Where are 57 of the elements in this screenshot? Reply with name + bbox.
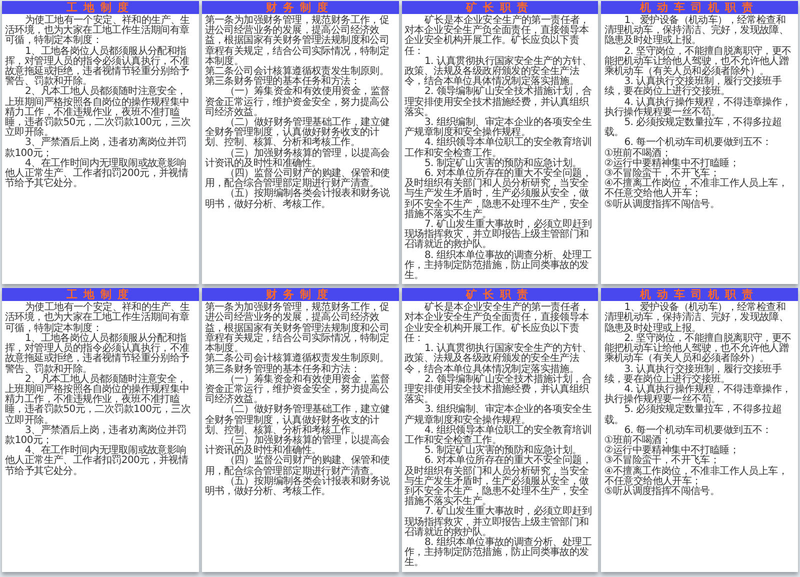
rule-paragraph: 矿长是本企业安全生产的第一责任者，对本企业安全生产负全面责任，直接领导本企业安全机构开展工作。矿长应负以下责任：	[404, 303, 590, 344]
rule-paragraph: 4. 组织领导本单位职工的安全教育培训工作和安全检查工作。	[404, 426, 593, 446]
rule-paragraph: 1、爱护设备（机动车），经常检查和清理机动车，保持清洁、完好，发现故障、隐患及时处理或上报。	[604, 303, 789, 334]
rule-paragraph: 为使工地有一个安定、祥和的生产、生活环境，也为大家在工地工作生活期间有章可循，特制定本制度：	[5, 303, 191, 334]
rule-paragraph: （五）按期编制各类会计报表和财务说明书，做好分析、考核工作。	[204, 189, 391, 210]
rule-paragraph: 3. 组织编制、审定本企业的各项安全生产规章制度和安全操作规程。	[404, 405, 593, 426]
rule-paragraph: 5. 制定矿山灾害的预防和应急计划。	[424, 158, 583, 169]
rule-paragraph: 第三条财务管理的基本任务和方法：	[204, 364, 360, 374]
rule-paragraph: 为使工地有一个安定、祥和的生产、生活环境，也为大家在工地工作生活期间有章可循，特制定本制度：	[5, 16, 191, 46]
rule-paragraph: 第一条为加强财务管理，规范财务工作，促进公司经营业务的发展，提高公司经济效益，根据国家有关财务管理法规制度和公司章程有关规定，结合公司实际情况，特制定本制度。	[204, 16, 390, 67]
rule-paragraph: 8. 组织本单位事故的调查分析、处理工作，主持制定防范措施，防止同类事故的发生。	[404, 538, 593, 569]
rule-paragraph: 3. 认真执行交接班制，履行交接班手续，要在岗位上进行交接班。	[604, 77, 783, 98]
rule-paragraph: 4. 认真执行操作规程，不得违章操作，执行操作规程要一丝不苟。	[604, 98, 792, 118]
rule-paragraph: 3、严禁酒后上岗，违者劝离岗位并罚款100元；	[5, 426, 188, 446]
sign-title: 工地制度	[2, 1, 199, 14]
rule-paragraph: 4. 组织领导本单位职工的安全教育培训工作和安全检查工作。	[404, 138, 593, 159]
rule-paragraph: 1. 认真贯彻执行国家安全生产的方针、政策、法规及各级政府颁发的安全生产法令，结合本单位具体情况制定落实措施。	[404, 344, 593, 374]
rule-paragraph: ⑤听从调度指挥不闯信号。	[604, 200, 721, 210]
rule-paragraph: ⑤听从调度指挥不闯信号。	[604, 486, 721, 498]
sign-title: 工地制度	[2, 288, 199, 302]
rule-paragraph: 4、在工作时间内无理取闹或故意影响他人正常生产、工作者扣罚200元，并视情节给予其它处分。	[5, 158, 190, 190]
rule-paragraph: 第二条公司会计核算遵循权责发生制原则。	[204, 354, 390, 364]
rule-paragraph: 7. 矿山发生重大事故时，必须立即赶到现场指挥救灾，并立即报告上级主管部门和召请就近的救护队。	[404, 220, 593, 250]
rule-paragraph: 6. 每一个机动车司机要做到五不：	[624, 138, 773, 148]
rule-paragraph: ②运行中要精神集中不打瞌睡；	[604, 158, 740, 169]
rule-paragraph: 2、凡本工地人员都须随时注意安全，上班期间严格按照各自岗位的操作规程集中精力工作，不准违规作业，夜班不准打瞌睡，违者罚款50元，二次罚款100元，三次立即开除。	[5, 374, 192, 426]
rule-paragraph: （三）加强财务核算的管理，以提高会计资讯的及时性和准确性。	[204, 148, 391, 169]
rule-paragraph: ④不擅离工作岗位，不准非工作人员上车，不任意交给他人开车；	[604, 466, 789, 487]
rule-paragraph: 6. 对本单位所存在的重大不安全问题，及时组织有关部门和人员分析研究，当安全与生产发生矛盾时，生产必须服从安全，做到不安全不生产，隐患不处理不生产，安全措施不落实不生产。	[404, 169, 593, 220]
sign-title: 机动车司机职责	[601, 288, 798, 302]
rule-paragraph: ①班前不喝酒；	[604, 148, 672, 159]
rule-paragraph: 1、工地各岗位人员都须服从分配和指挥，对管理人员的指令必须认真执行，不准故意拖延或拒绝，违者视情节轻重分别给予警告、罚款和开除。	[5, 334, 190, 374]
sign-title: 矿长职责	[402, 1, 598, 14]
rule-paragraph: 4、在工作时间内无理取闹或故意影响他人正常生产、工作者扣罚200元，并视情节给予其它处分。	[5, 446, 190, 477]
rule-paragraph: 3、严禁酒后上岗，违者劝离岗位并罚款100元；	[5, 138, 188, 159]
rule-paragraph: 3. 认真执行交接班制，履行交接班手续，要在岗位上进行交接班。	[604, 364, 783, 385]
rule-paragraph: （二）做好财务管理基础工作，建立健全财务管理制度，认真做好财务收支的计划、控制、核算、分析和考核工作。	[204, 118, 391, 148]
rule-paragraph: （二）做好财务管理基础工作，建立健全财务管理制度，认真做好财务收支的计划、控制、核算、分析和考核工作。	[204, 405, 391, 436]
rule-paragraph: 8. 组织本单位事故的调查分析、处理工作，主持制定防范措施，防止同类事故的发生。	[404, 250, 593, 282]
rule-paragraph: 2. 领导编制矿山安全技术措施计划，合理安排使用安全技术措施经费，并认真组织落实。	[404, 87, 593, 118]
sign-title: 财务制度	[202, 288, 398, 302]
sign-title: 矿长职责	[402, 288, 598, 302]
sign-title: 机动车司机职责	[601, 1, 798, 14]
rule-paragraph: ①班前不喝酒；	[604, 436, 672, 446]
sign-title: 财务制度	[202, 1, 398, 14]
rule-paragraph: 矿长是本企业安全生产的第一责任者，对本企业安全生产负全面责任，直接领导本企业安全机构开展工作。矿长应负以下责任：	[404, 16, 590, 57]
rule-paragraph: ④不擅离工作岗位，不准非工作人员上车，不任意交给他人开车；	[604, 179, 789, 200]
rule-paragraph: （五）按期编制各类会计报表和财务说明书，做好分析、考核工作。	[204, 476, 391, 498]
rule-paragraph: 2. 坚守岗位，不能擅自脱离职守，更不能把机动车让给他人驾驶，也不允许他人蹭乘机动车（有关人员和必须者除外）。	[604, 334, 792, 364]
rule-paragraph: 第三条财务管理的基本任务和方法：	[204, 77, 360, 88]
rule-paragraph: 5. 必须按规定数量拉车，不得多拉超载。	[604, 405, 783, 426]
rule-paragraph: 1、爱护设备（机动车），经常检查和清理机动车，保持清洁、完好，发现故障、隐患及时处理或上报。	[604, 16, 789, 46]
rule-paragraph: （四）监督公司财产的购建、保管和使用，配合综合管理部定期进行财产清查。	[204, 456, 391, 477]
rule-paragraph: （一）筹集资金和有效使用资金，监督资金正常运行，维护资金安全，努力提高公司经济效益。	[204, 87, 391, 118]
rule-paragraph: ③不冒险蛮干，不开飞车；	[604, 456, 720, 466]
rule-paragraph: 6. 每一个机动车司机要做到五不：	[624, 426, 773, 436]
rule-paragraph: 7. 矿山发生重大事故时，必须立即赶到现场指挥救灾，并立即报告上级主管部门和召请就近的救护队。	[404, 507, 593, 538]
